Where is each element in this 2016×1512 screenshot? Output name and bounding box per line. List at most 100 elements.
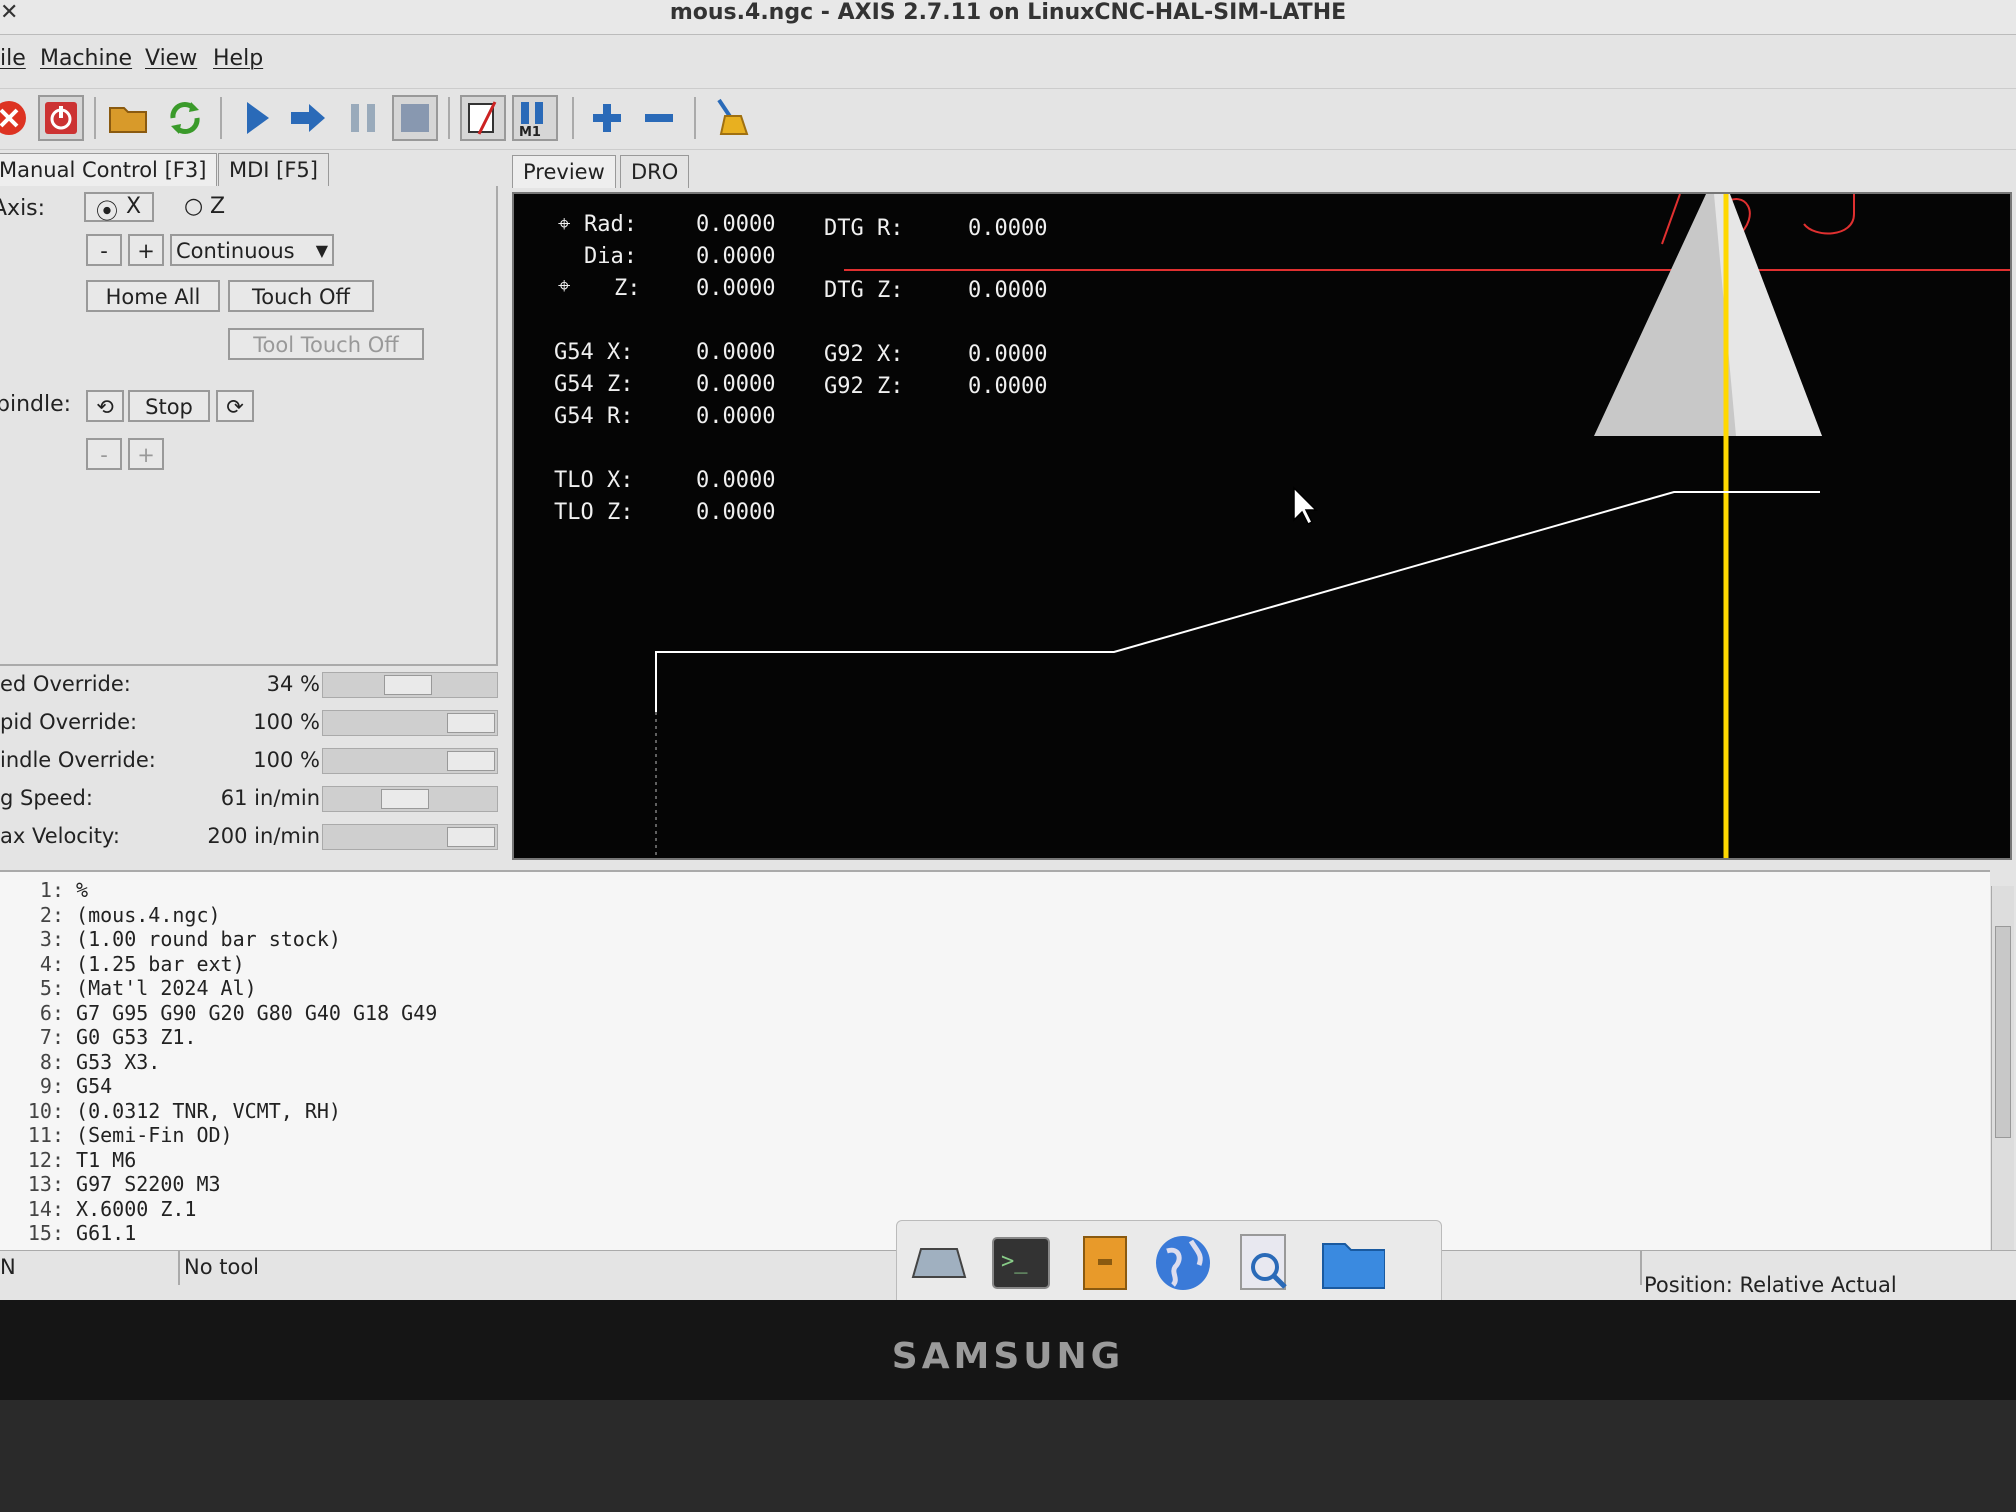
gcode-line-number: 8: xyxy=(39,1049,64,1074)
gcode-line-text: (1.25 bar ext) xyxy=(76,951,245,976)
menu-view[interactable]: View xyxy=(145,46,197,71)
gcode-line[interactable]: 7: G0 G53 Z1. xyxy=(0,1025,197,1049)
radio-unchecked-icon: ○ xyxy=(184,194,204,219)
power-icon[interactable] xyxy=(38,95,84,141)
estop-icon[interactable] xyxy=(0,95,32,141)
tab-manual-control[interactable]: Manual Control [F3] xyxy=(0,153,218,186)
window-manager-icon[interactable] xyxy=(907,1233,971,1293)
jog-speed-slider[interactable] xyxy=(322,786,498,812)
gcode-line[interactable]: 11: (Semi-Fin OD) xyxy=(0,1123,233,1147)
gcode-line[interactable]: 13: G97 S2200 M3 xyxy=(0,1172,221,1196)
menu-file[interactable]: ile xyxy=(0,46,26,71)
gcode-line-text: (Mat'l 2024 Al) xyxy=(76,976,257,1000)
gcode-line[interactable]: 3: (1.00 round bar stock) xyxy=(0,927,341,951)
preview-canvas[interactable]: ⌖ Rad: 0.0000 DTG R: 0.0000 Dia: 0.0000 … xyxy=(512,192,2012,860)
spindle-override-slider[interactable] xyxy=(322,748,498,774)
toolbar: M1 xyxy=(0,88,2016,150)
dock: >_ xyxy=(896,1220,1442,1300)
zoom-out-icon[interactable] xyxy=(636,95,682,141)
slider-knob[interactable] xyxy=(381,789,429,809)
gcode-line[interactable]: 8: G53 X3. xyxy=(0,1050,160,1074)
spindle-forward-button[interactable]: ⟳ xyxy=(216,390,254,422)
slider-knob[interactable] xyxy=(447,751,495,771)
status-tool: No tool xyxy=(184,1255,259,1279)
spindle-stop-button[interactable]: Stop xyxy=(128,390,210,422)
gcode-line-number: 11: xyxy=(27,1123,64,1147)
optional-stop-label: M1 xyxy=(519,125,541,138)
max-velocity-slider[interactable] xyxy=(322,824,498,850)
jog-speed-label: g Speed: xyxy=(0,786,93,810)
desk-background xyxy=(0,1400,2016,1512)
jog-speed-value: 61 in/min xyxy=(220,786,320,810)
gcode-line[interactable]: 5: (Mat'l 2024 Al) xyxy=(0,976,257,1000)
zoom-in-icon[interactable] xyxy=(584,95,630,141)
gcode-line[interactable]: 9: G54 xyxy=(0,1074,112,1098)
gcode-line[interactable]: 12: T1 M6 xyxy=(0,1148,136,1172)
jog-plus-button[interactable]: + xyxy=(128,234,164,266)
gcode-line-number: 9: xyxy=(39,1074,64,1098)
axis-x-label: X xyxy=(126,194,142,219)
radio-checked-icon: ⦿ xyxy=(96,200,119,225)
gcode-line[interactable]: 14: X.6000 Z.1 xyxy=(0,1197,197,1221)
menu-help[interactable]: Help xyxy=(213,46,263,71)
gcode-line[interactable]: 6: G7 G95 G90 G20 G80 G40 G18 G49 xyxy=(0,1001,437,1025)
gcode-line-text: G53 X3. xyxy=(76,1049,161,1074)
jog-mode-select[interactable]: Continuous ▼ xyxy=(170,234,334,266)
block-delete-icon[interactable] xyxy=(460,95,506,141)
gcode-line-text: G61.1 xyxy=(76,1221,137,1245)
globe-icon[interactable] xyxy=(1151,1233,1215,1293)
gcode-line-number: 15: xyxy=(27,1221,64,1245)
axis-z-radio[interactable]: ○ Z xyxy=(180,192,240,222)
slider-knob[interactable] xyxy=(447,713,495,733)
title-bar: ✕ mous.4.ngc - AXIS 2.7.11 on LinuxCNC-H… xyxy=(0,0,2016,35)
tab-mdi[interactable]: MDI [F5] xyxy=(218,153,329,186)
clear-plot-icon[interactable] xyxy=(708,95,754,141)
slider-knob[interactable] xyxy=(384,675,432,695)
step-icon[interactable] xyxy=(286,95,332,141)
gcode-line-number: 10: xyxy=(27,1098,64,1123)
spindle-plus-button[interactable]: + xyxy=(128,438,164,470)
spindle-reverse-button[interactable]: ⟲ xyxy=(86,390,124,422)
gcode-line-number: 13: xyxy=(27,1172,64,1196)
spindle-override-label: indle Override: xyxy=(0,748,156,772)
gcode-line-number: 6: xyxy=(39,1000,64,1025)
folder-icon[interactable] xyxy=(1321,1233,1385,1293)
stop-icon[interactable] xyxy=(392,95,438,141)
gcode-line-number: 12: xyxy=(27,1147,64,1172)
feed-override-label: ed Override: xyxy=(0,672,131,696)
gcode-line[interactable]: 4: (1.25 bar ext) xyxy=(0,952,245,976)
slider-knob[interactable] xyxy=(447,827,495,847)
search-icon[interactable] xyxy=(1233,1233,1297,1293)
gcode-line[interactable]: 10: (0.0312 TNR, VCMT, RH) xyxy=(0,1099,341,1123)
gcode-line[interactable]: 2: (mous.4.ngc) xyxy=(0,903,221,927)
feed-override-slider[interactable] xyxy=(322,672,498,698)
gcode-line-text: (mous.4.ngc) xyxy=(76,902,221,927)
spindle-cw-icon: ⟳ xyxy=(226,395,244,419)
file-cabinet-icon[interactable] xyxy=(1073,1233,1137,1293)
terminal-icon[interactable]: >_ xyxy=(989,1233,1053,1293)
menu-machine[interactable]: Machine xyxy=(40,46,132,71)
run-icon[interactable] xyxy=(234,95,280,141)
manual-control-panel: Axis: ⦿ X ○ Z - + Continuous ▼ Home All … xyxy=(0,186,498,666)
jog-minus-button[interactable]: - xyxy=(86,234,122,266)
gcode-line[interactable]: 15: G61.1 xyxy=(0,1221,136,1245)
tab-preview[interactable]: Preview xyxy=(512,155,616,188)
touch-off-button[interactable]: Touch Off xyxy=(228,280,374,312)
toolpath-line xyxy=(655,491,1820,712)
open-folder-icon[interactable] xyxy=(106,95,152,141)
home-all-button[interactable]: Home All xyxy=(86,280,220,312)
tool-touch-off-button[interactable]: Tool Touch Off xyxy=(228,328,424,360)
rapid-override-slider[interactable] xyxy=(322,710,498,736)
reload-icon[interactable] xyxy=(162,95,208,141)
pause-icon[interactable] xyxy=(340,95,386,141)
scrollbar-thumb[interactable] xyxy=(1995,926,2011,1138)
gcode-line-number: 7: xyxy=(39,1025,64,1049)
tab-dro[interactable]: DRO xyxy=(620,155,690,188)
spindle-minus-button[interactable]: - xyxy=(86,438,122,470)
gcode-listing[interactable]: 1: % 2: (mous.4.ngc) 3: (1.00 round bar st… xyxy=(0,870,1990,1250)
optional-stop-icon[interactable]: M1 xyxy=(512,95,558,141)
gcode-scrollbar[interactable] xyxy=(1991,886,2014,1268)
gcode-line[interactable]: 1: % xyxy=(0,878,88,902)
axis-x-radio[interactable]: ⦿ X xyxy=(84,192,154,225)
gcode-line-number: 1: xyxy=(39,878,64,902)
